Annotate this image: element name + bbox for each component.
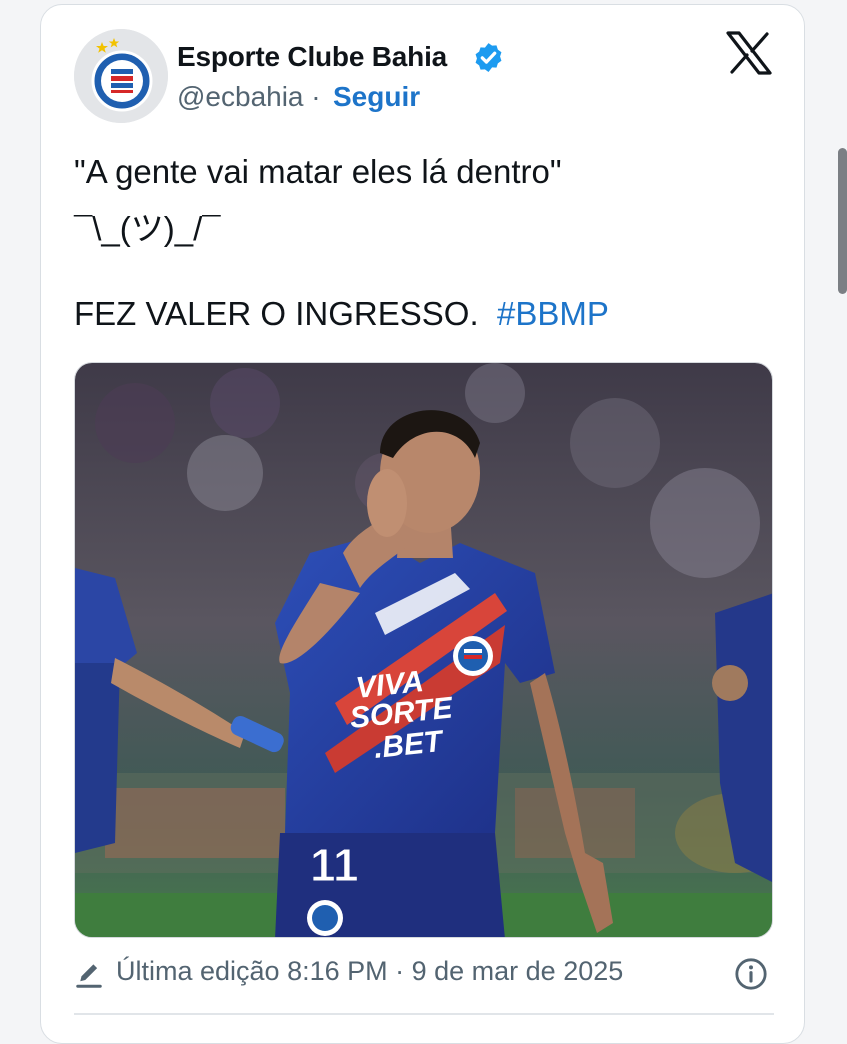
post-footer: Última edição 8:16 PM · 9 de mar de 2025 (74, 956, 774, 996)
post-text-line-2: ¯\_(ツ)_/¯ (74, 210, 221, 247)
post-text-line-3: FEZ VALER O INGRESSO. #BBMP (74, 295, 609, 333)
post-photo[interactable]: VIVA SORTE .BET 11 (74, 362, 773, 938)
hashtag-link[interactable]: #BBMP (497, 295, 609, 332)
info-icon[interactable] (734, 957, 768, 991)
post-card: Esporte Clube Bahia @ecbahia · Seguir "A… (40, 4, 805, 1044)
display-name[interactable]: Esporte Clube Bahia (177, 41, 447, 73)
avatar[interactable] (74, 29, 168, 123)
follow-button[interactable]: Seguir (333, 81, 420, 113)
x-logo-icon[interactable] (726, 31, 772, 75)
post-text: FEZ VALER O INGRESSO. (74, 295, 479, 332)
divider (74, 1013, 774, 1015)
edit-history-link[interactable]: Última edição 8:16 PM · 9 de mar de 2025 (116, 956, 623, 987)
pencil-icon (76, 964, 102, 988)
post-text-line-1: "A gente vai matar eles lá dentro" (74, 153, 562, 190)
scrollbar[interactable] (838, 148, 847, 294)
bahia-crest-icon (74, 29, 168, 123)
handle[interactable]: @ecbahia · (177, 81, 321, 113)
player-celebration-photo: VIVA SORTE .BET 11 (75, 363, 772, 937)
verified-badge-icon (475, 43, 502, 72)
separator-dot: · (311, 81, 321, 112)
jersey-number: 11 (310, 839, 359, 891)
handle-text: @ecbahia (177, 81, 304, 112)
